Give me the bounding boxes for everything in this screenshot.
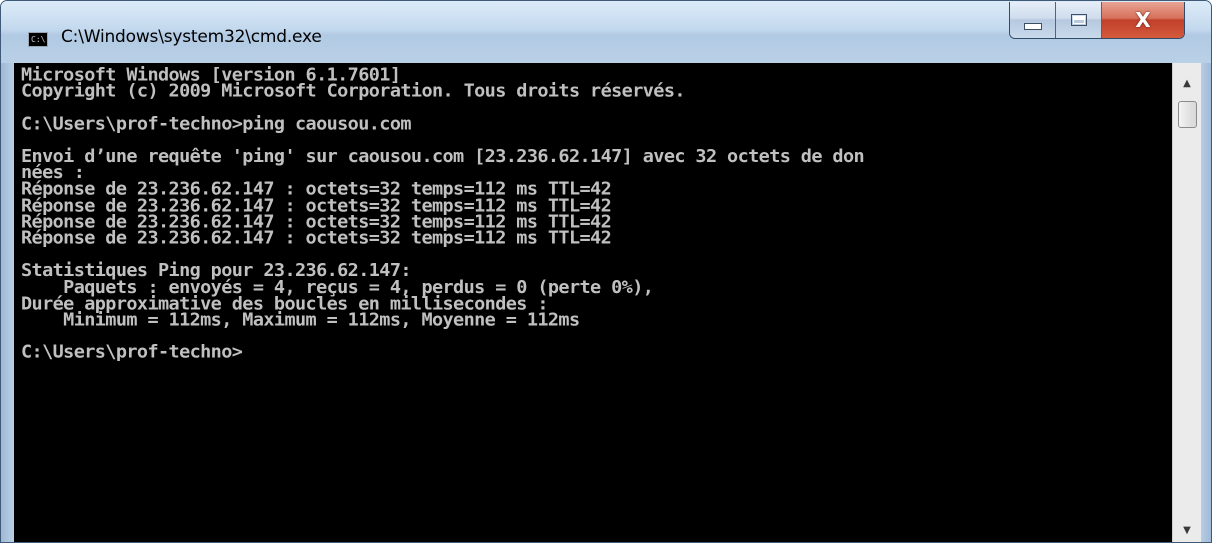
window-title: C:\Windows\system32\cmd.exe xyxy=(61,27,322,47)
maximize-button[interactable] xyxy=(1056,2,1102,38)
console-line: Réponse de 23.236.62.147 : octets=32 tem… xyxy=(21,228,612,249)
vertical-scrollbar[interactable]: ▲ ▼ xyxy=(1172,63,1201,542)
close-icon: X xyxy=(1135,8,1151,32)
console-line: C:\Users\prof-techno> xyxy=(21,342,243,363)
scroll-up-arrow-icon[interactable]: ▲ xyxy=(1173,71,1201,95)
caption-buttons: X xyxy=(1009,2,1185,39)
scroll-down-arrow-icon[interactable]: ▼ xyxy=(1173,518,1201,542)
scroll-thumb[interactable] xyxy=(1178,101,1197,128)
console-text[interactable]: Microsoft Windows [version 6.1.7601] Cop… xyxy=(21,66,865,363)
minimize-icon xyxy=(1023,22,1042,30)
maximize-icon xyxy=(1070,14,1087,26)
close-button[interactable]: X xyxy=(1102,2,1184,38)
window-frame-right xyxy=(1201,63,1211,542)
window-frame-left xyxy=(1,63,14,542)
cmd-window: C:\ C:\Windows\system32\cmd.exe X Micros… xyxy=(0,0,1212,543)
console-line: C:\Users\prof-techno>ping caousou.com xyxy=(21,114,412,135)
cmd-icon[interactable]: C:\ xyxy=(28,32,48,47)
console-line: Envoi d’une requête 'ping' sur caousou.c… xyxy=(21,146,865,167)
console-line: Minimum = 112ms, Maximum = 112ms, Moyenn… xyxy=(21,310,580,331)
console-line: Copyright (c) 2009 Microsoft Corporation… xyxy=(21,81,686,102)
console-output[interactable]: Microsoft Windows [version 6.1.7601] Cop… xyxy=(14,63,1172,542)
minimize-button[interactable] xyxy=(1010,2,1056,38)
title-bar[interactable]: C:\ C:\Windows\system32\cmd.exe X xyxy=(1,1,1211,63)
